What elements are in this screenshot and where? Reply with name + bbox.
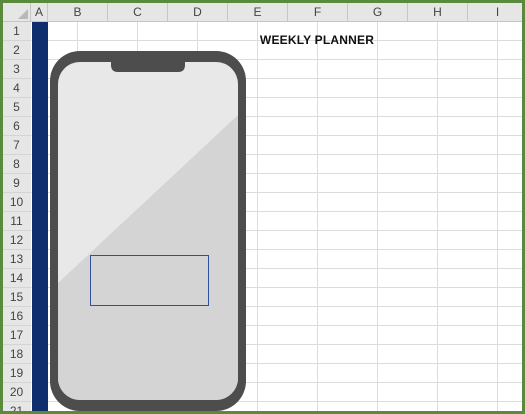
phone-icon[interactable] — [3, 3, 522, 411]
phone-notch — [111, 58, 185, 72]
spreadsheet-window: A B C D E F G H I 1 2 3 4 5 6 7 8 9 10 1… — [0, 0, 525, 414]
